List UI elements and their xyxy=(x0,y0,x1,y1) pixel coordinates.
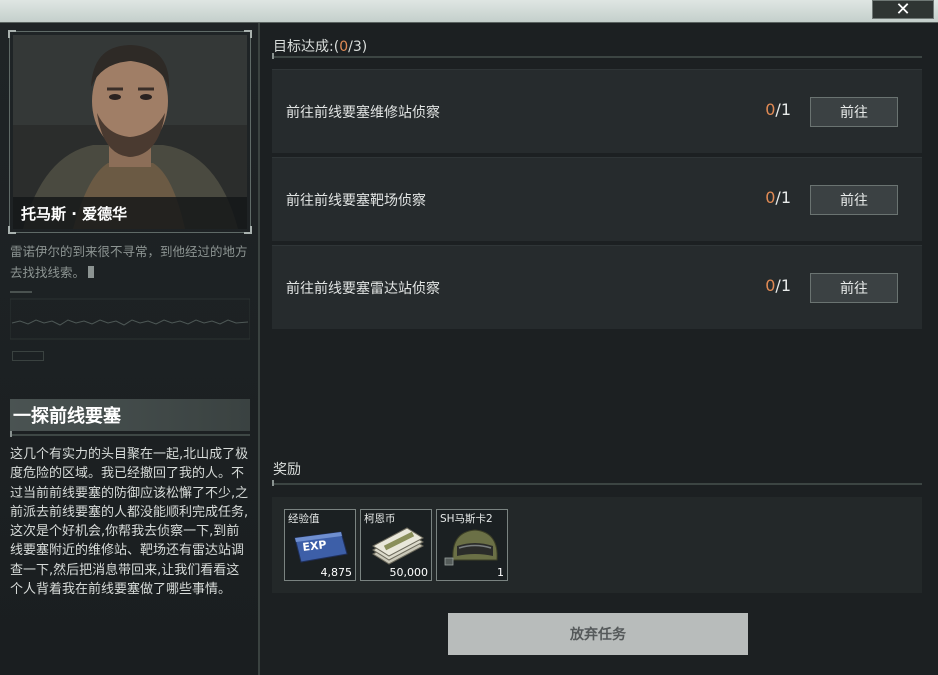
rewards-list: 经验值 EXP 4,875 柯恩币 50,000 SH马斯卡2 1 xyxy=(272,497,922,593)
typing-cursor xyxy=(88,266,95,278)
npc-quote-text: 雷诺伊尔的到来很不寻常，到他经过的地方去找找线索。 xyxy=(10,244,248,280)
objective-row: 前往前线要塞靶场侦察 0/1 前往 xyxy=(272,157,922,241)
close-button[interactable]: ✕ xyxy=(872,0,934,19)
reward-item[interactable]: 经验值 EXP 4,875 xyxy=(284,509,356,581)
rewards-header: 奖励 xyxy=(273,462,301,478)
objectives-divider xyxy=(272,53,922,59)
go-button[interactable]: 前往 xyxy=(810,97,898,127)
title-strip: ✕ xyxy=(0,0,938,22)
mission-title: 一探前线要塞 xyxy=(10,399,250,431)
reward-item[interactable]: SH马斯卡2 1 xyxy=(436,509,508,581)
go-button[interactable]: 前往 xyxy=(810,273,898,303)
objective-label: 前往前线要塞靶场侦察 xyxy=(286,193,426,209)
close-icon: ✕ xyxy=(895,0,911,20)
portrait-frame: 托马斯 · 爱德华 xyxy=(8,30,252,234)
objective-label: 前往前线要塞维修站侦察 xyxy=(286,105,440,121)
go-button[interactable]: 前往 xyxy=(810,185,898,215)
quest-window: 托马斯 · 爱德华 雷诺伊尔的到来很不寻常，到他经过的地方去找找线索。 一探前线… xyxy=(0,22,938,675)
objective-row: 前往前线要塞雷达站侦察 0/1 前往 xyxy=(272,245,922,329)
npc-name: 托马斯 · 爱德华 xyxy=(13,197,247,229)
objective-row: 前往前线要塞维修站侦察 0/1 前往 xyxy=(272,69,922,153)
abandon-quest-button[interactable]: 放弃任务 xyxy=(448,613,748,655)
objectives-header: 目标达成:(0/3) xyxy=(273,39,368,55)
waveform-decoration xyxy=(10,291,250,340)
reward-item[interactable]: 柯恩币 50,000 xyxy=(360,509,432,581)
cash-stack-icon xyxy=(371,527,425,565)
objectives-panel: 目标达成:(0/3) 前往前线要塞维修站侦察 0/1 前往 前往前线要塞靶场侦察… xyxy=(262,23,938,675)
npc-panel: 托马斯 · 爱德华 雷诺伊尔的到来很不寻常，到他经过的地方去找找线索。 一探前线… xyxy=(0,23,260,675)
npc-quote: 雷诺伊尔的到来很不寻常，到他经过的地方去找找线索。 xyxy=(10,241,250,283)
stamp-decoration xyxy=(12,351,44,361)
rewards-divider xyxy=(272,480,922,486)
mission-description: 这几个有实力的头目聚在一起,北山成了极度危险的区域。我已经撤回了我的人。不过当前… xyxy=(10,447,249,598)
helmet-icon xyxy=(444,529,498,566)
exp-card-icon: EXP xyxy=(294,531,348,563)
objective-progress: 0/1 xyxy=(765,100,791,119)
objective-progress: 0/1 xyxy=(765,188,791,207)
objectives-done: 0 xyxy=(339,39,349,55)
objective-label: 前往前线要塞雷达站侦察 xyxy=(286,281,440,297)
objectives-total: 3 xyxy=(352,39,362,55)
title-divider xyxy=(10,431,250,437)
objective-progress: 0/1 xyxy=(765,276,791,295)
